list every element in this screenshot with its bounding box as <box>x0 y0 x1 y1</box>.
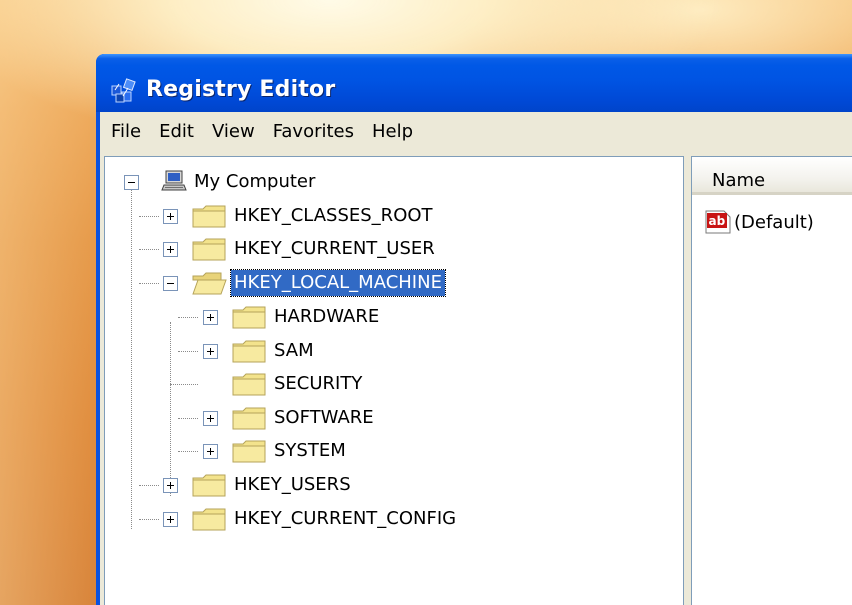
tree-connector <box>170 384 198 385</box>
registry-editor-icon <box>111 78 136 103</box>
tree-node-label: SYSTEM <box>274 440 346 461</box>
folder-open-icon <box>192 272 227 295</box>
tree-connector <box>131 189 132 529</box>
tree-connector <box>139 216 159 217</box>
tree-node-my-computer[interactable]: My Computer <box>191 167 318 197</box>
tree-connector <box>139 249 159 250</box>
expand-toggle-hkey-users[interactable] <box>163 478 178 493</box>
expand-toggle-hkey-classes-root[interactable] <box>163 209 178 224</box>
expand-toggle-system[interactable] <box>203 444 218 459</box>
folder-icon <box>232 407 266 430</box>
pane-splitter[interactable] <box>684 156 691 605</box>
expand-toggle-hkey-current-user[interactable] <box>163 242 178 257</box>
computer-icon <box>161 170 187 191</box>
tree-node-label: HKEY_CURRENT_USER <box>234 238 435 259</box>
folder-icon <box>192 508 226 531</box>
folder-icon <box>192 238 226 261</box>
tree-connector <box>139 485 159 486</box>
tree-node-label: SAM <box>274 340 314 361</box>
expand-toggle-hkey-current-config[interactable] <box>163 512 178 527</box>
menu-bar: File Edit View Favorites Help <box>100 112 852 152</box>
tree-connector <box>178 351 198 352</box>
folder-icon <box>232 373 266 396</box>
tree-node-hardware[interactable]: HARDWARE <box>271 302 382 332</box>
tree-node-label: HKEY_CURRENT_CONFIG <box>234 508 457 529</box>
menu-file[interactable]: File <box>102 117 150 147</box>
title-bar[interactable]: Registry Editor <box>96 54 852 112</box>
value-name: (Default) <box>734 211 814 233</box>
tree-connector <box>178 317 198 318</box>
list-item[interactable]: ab (Default) <box>704 207 814 237</box>
tree-node-hkey-current-user[interactable]: HKEY_CURRENT_USER <box>231 234 438 264</box>
tree-node-label: HKEY_CLASSES_ROOT <box>234 205 433 226</box>
tree-connector <box>178 418 198 419</box>
folder-icon <box>232 340 266 363</box>
tree-node-label: SECURITY <box>274 373 363 394</box>
tree-connector <box>178 451 198 452</box>
folder-icon <box>232 306 266 329</box>
client-area: My Computer HKEY_CLASSES_ROOT HKEY_CURRE… <box>100 152 852 605</box>
tree-node-sam[interactable]: SAM <box>271 336 317 366</box>
folder-icon <box>232 440 266 463</box>
tree-node-label: HARDWARE <box>274 306 380 327</box>
folder-icon <box>192 474 226 497</box>
tree-node-label: HKEY_USERS <box>234 474 351 495</box>
tree-node-system[interactable]: SYSTEM <box>271 436 349 466</box>
tree-node-security[interactable]: SECURITY <box>271 369 365 399</box>
string-value-icon: ab <box>705 210 731 234</box>
tree-node-hkey-local-machine[interactable]: HKEY_LOCAL_MACHINE <box>230 268 446 298</box>
registry-editor-window: Registry Editor File Edit View Favorites… <box>96 54 852 605</box>
tree-connector <box>170 322 171 496</box>
menu-help[interactable]: Help <box>363 117 422 147</box>
window-title: Registry Editor <box>146 77 336 102</box>
values-list-pane[interactable]: Name ab (Default) <box>691 156 852 605</box>
registry-key-tree: My Computer HKEY_CLASSES_ROOT HKEY_CURRE… <box>105 157 683 605</box>
tree-node-hkey-current-config[interactable]: HKEY_CURRENT_CONFIG <box>231 504 459 534</box>
tree-node-label: HKEY_LOCAL_MACHINE <box>230 269 446 297</box>
folder-icon <box>192 205 226 228</box>
tree-connector <box>139 283 159 284</box>
tree-node-label: SOFTWARE <box>274 407 374 428</box>
menu-edit[interactable]: Edit <box>150 117 203 147</box>
column-header-bar: Name <box>692 157 852 195</box>
collapse-toggle-hkey-local-machine[interactable] <box>163 276 178 291</box>
menu-view[interactable]: View <box>203 117 264 147</box>
svg-text:ab: ab <box>709 214 726 228</box>
tree-node-hkey-classes-root[interactable]: HKEY_CLASSES_ROOT <box>231 201 436 231</box>
expand-toggle-sam[interactable] <box>203 344 218 359</box>
key-tree-pane[interactable]: My Computer HKEY_CLASSES_ROOT HKEY_CURRE… <box>104 156 684 605</box>
tree-node-label: My Computer <box>194 171 316 192</box>
tree-node-hkey-users[interactable]: HKEY_USERS <box>231 470 354 500</box>
collapse-toggle-my-computer[interactable] <box>124 175 139 190</box>
desktop-background <box>0 0 96 605</box>
expand-toggle-software[interactable] <box>203 411 218 426</box>
tree-node-software[interactable]: SOFTWARE <box>271 403 377 433</box>
column-header-name[interactable]: Name <box>712 170 765 191</box>
expand-toggle-hardware[interactable] <box>203 310 218 325</box>
tree-connector <box>139 519 159 520</box>
menu-favorites[interactable]: Favorites <box>264 117 363 147</box>
